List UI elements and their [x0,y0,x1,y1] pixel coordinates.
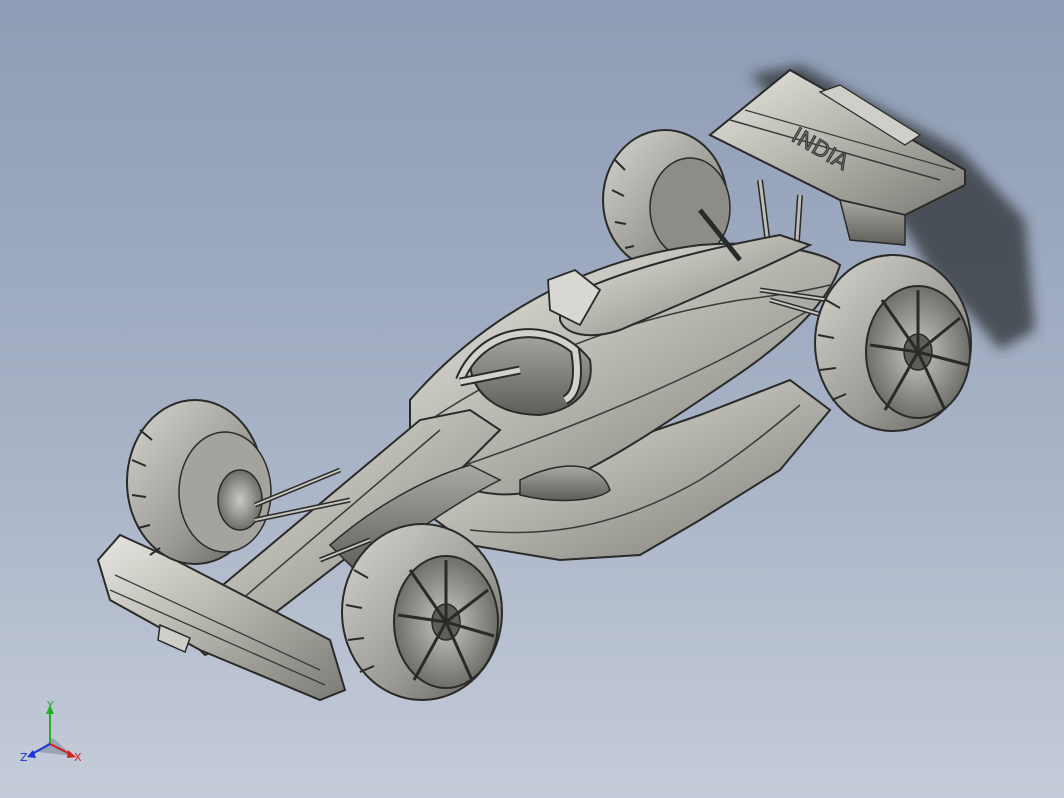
rear-right-wheel [814,254,972,432]
z-axis-arrow [27,750,36,758]
front-left-wheel [126,399,272,565]
front-right-wheel [341,523,503,701]
x-axis-label: X [74,751,82,764]
y-axis-label: Y [46,700,54,712]
f1-car-model[interactable]: INDIA [0,0,1064,798]
cad-graphics-viewport[interactable]: INDIA Y X Z [0,0,1064,798]
z-axis-label: Z [20,751,28,764]
axis-triad: Y X Z [20,700,82,764]
